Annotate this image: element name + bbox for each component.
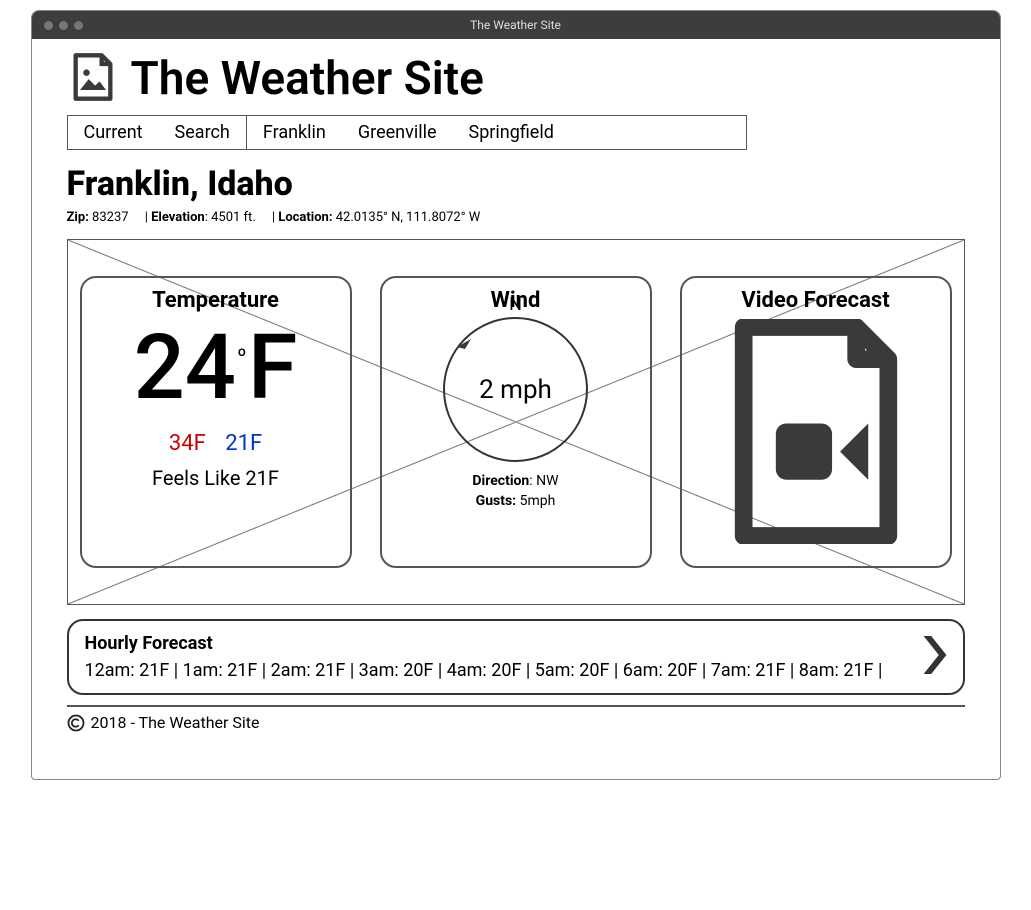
- site-title: The Weather Site: [131, 52, 484, 106]
- wind-north-label: N: [509, 294, 522, 315]
- location-label: Location:: [278, 210, 332, 225]
- temp-unit: F: [248, 323, 298, 413]
- maximize-dot[interactable]: [74, 21, 83, 30]
- nav-greenville[interactable]: Greenville: [342, 116, 453, 149]
- temp-high: 34F: [169, 431, 206, 456]
- nav-search[interactable]: Search: [159, 116, 246, 149]
- wind-card: Wind N 2 mph Direction: NW Gusts: 5mph: [380, 276, 652, 568]
- temperature-card: Temperature 24 o F 34F 21F Feels Like 21…: [80, 276, 352, 568]
- hourly-forecast: Hourly Forecast 12am: 21F | 1am: 21F | 2…: [67, 619, 965, 695]
- chevron-right-icon[interactable]: [923, 636, 947, 678]
- wind-gusts-label: Gusts:: [476, 493, 516, 509]
- wind-dir-label: Direction: [472, 473, 529, 489]
- video-file-icon: [716, 529, 916, 548]
- nav-current[interactable]: Current: [68, 116, 159, 149]
- minimize-dot[interactable]: [59, 21, 68, 30]
- copyright-icon: [67, 714, 85, 732]
- content: The Weather Site Current Search Franklin…: [32, 39, 1000, 779]
- nav-springfield[interactable]: Springfield: [453, 116, 570, 149]
- temp-number: 24: [134, 323, 236, 413]
- meta-sep2: |: [256, 210, 279, 225]
- cards-placeholder: Temperature 24 o F 34F 21F Feels Like 21…: [67, 239, 965, 605]
- video-forecast-card[interactable]: Video Forecast: [680, 276, 952, 568]
- feels-like: Feels Like 21F: [96, 466, 336, 490]
- hourly-list: 12am: 21F | 1am: 21F | 2am: 21F | 3am: 2…: [85, 660, 923, 681]
- degree-symbol: o: [238, 345, 246, 359]
- wind-arrow-icon: [457, 339, 473, 359]
- footer-divider: [67, 705, 965, 707]
- page-title: Franklin, Idaho: [67, 164, 965, 204]
- nav-franklin[interactable]: Franklin: [247, 116, 342, 149]
- wind-dial: N 2 mph: [443, 317, 588, 462]
- wind-gusts-value: 5mph: [516, 493, 555, 509]
- image-icon: [67, 51, 119, 107]
- wind-speed: 2 mph: [479, 375, 552, 405]
- app-window: The Weather Site The Weather Site Curren…: [31, 10, 1001, 780]
- video-title: Video Forecast: [696, 288, 936, 313]
- nav-group-primary: Current Search: [68, 116, 247, 149]
- footer: 2018 - The Weather Site: [67, 713, 965, 732]
- hourly-content: Hourly Forecast 12am: 21F | 1am: 21F | 2…: [85, 633, 923, 681]
- zip-value: 83237: [89, 210, 129, 225]
- nav-bar: Current Search Franklin Greenville Sprin…: [67, 115, 747, 150]
- wind-meta: Direction: NW Gusts: 5mph: [396, 472, 636, 511]
- wind-dir-value: : NW: [529, 473, 558, 489]
- header: The Weather Site: [67, 51, 965, 107]
- zip-label: Zip:: [67, 210, 89, 225]
- meta-sep1: |: [129, 210, 152, 225]
- hourly-title: Hourly Forecast: [85, 633, 923, 654]
- window-controls: [44, 21, 83, 30]
- footer-text: 2018 - The Weather Site: [91, 713, 260, 732]
- close-dot[interactable]: [44, 21, 53, 30]
- nav-group-cities: Franklin Greenville Springfield: [247, 116, 570, 149]
- temp-highlow: 34F 21F: [96, 431, 336, 456]
- temp-low: 21F: [225, 431, 262, 456]
- temperature-title: Temperature: [96, 288, 336, 313]
- window-title: The Weather Site: [470, 18, 561, 32]
- elevation-value: : 4501 ft.: [205, 210, 256, 225]
- location-value: 42.0135° N, 111.8072° W: [333, 210, 481, 225]
- location-meta: Zip: 83237 | Elevation: 4501 ft. | Locat…: [67, 210, 965, 225]
- elevation-label: Elevation: [151, 210, 205, 225]
- cards-row: Temperature 24 o F 34F 21F Feels Like 21…: [80, 276, 952, 568]
- titlebar: The Weather Site: [32, 11, 1000, 39]
- temperature-value: 24 o F: [96, 317, 336, 413]
